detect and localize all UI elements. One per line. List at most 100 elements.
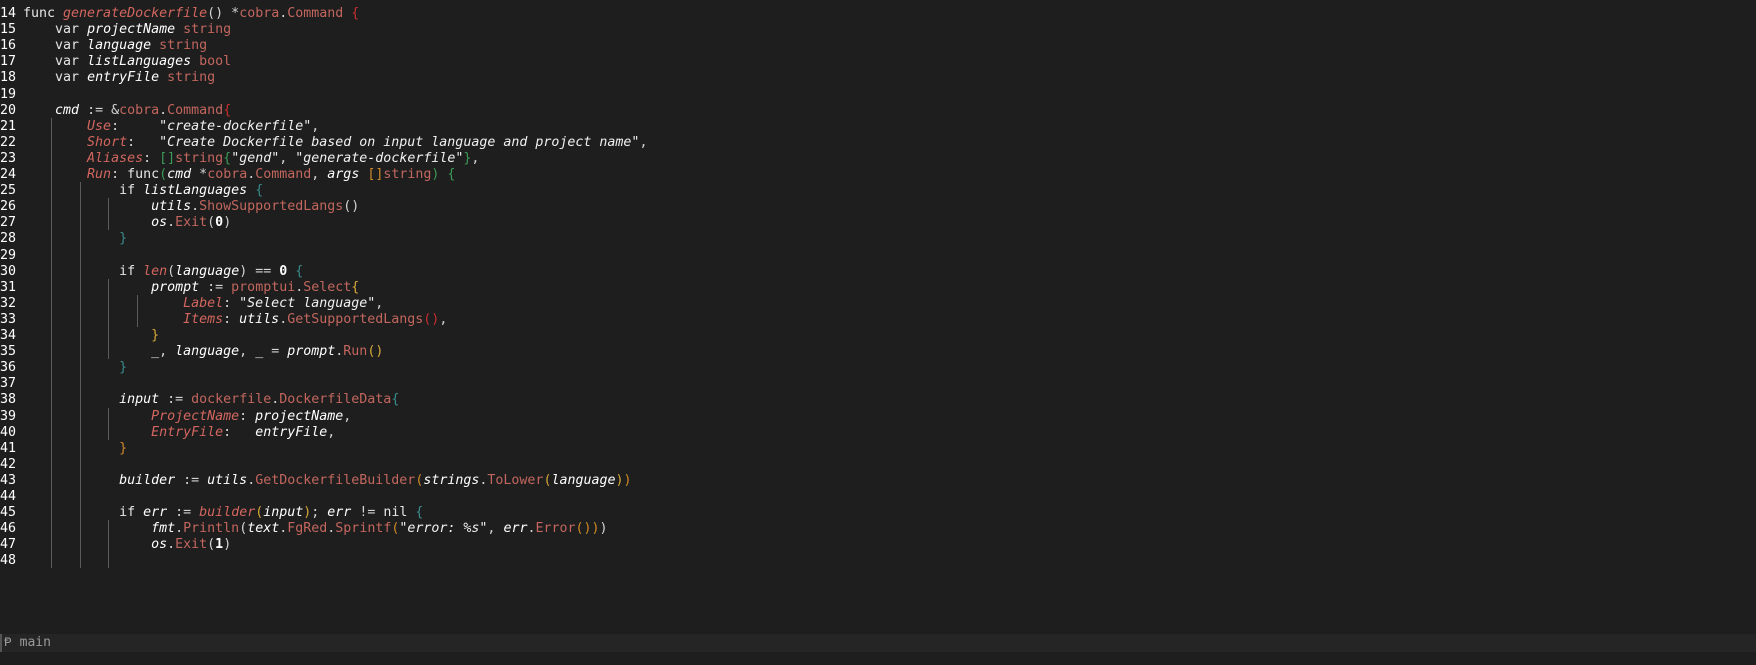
code-token: string — [159, 38, 208, 54]
code-token: _ — [255, 344, 272, 360]
code-token: fmt — [151, 521, 176, 537]
code-token: { — [351, 279, 360, 295]
code-token: EntryFile — [151, 424, 224, 440]
code-token: var — [55, 70, 88, 86]
code-token: func — [23, 6, 64, 21]
code-token: . — [167, 537, 176, 553]
code-token: "Create Dockerfile based on input langua… — [159, 134, 640, 150]
code-token: , — [471, 150, 480, 166]
code-token: Println — [183, 521, 240, 537]
code-token: () — [575, 521, 592, 537]
code-token: Exit — [175, 537, 208, 553]
code-token: := — [183, 472, 208, 488]
code-token: : — [111, 118, 160, 134]
code-token: Use — [87, 118, 112, 134]
code-token: ProjectName — [151, 408, 240, 424]
code-token: cmd — [167, 167, 200, 182]
code-token: != — [359, 505, 384, 521]
code-token: () — [367, 344, 384, 360]
code-token: () — [343, 199, 360, 215]
code-content: } — [23, 328, 159, 343]
code-token: ( — [239, 521, 248, 537]
code-token: Command — [287, 6, 344, 21]
code-token: ) — [223, 537, 232, 553]
code-token: ; — [311, 505, 328, 521]
code-token: builder — [199, 505, 256, 521]
code-token: Exit — [175, 215, 208, 231]
code-token: utils — [151, 199, 192, 215]
code-token: ( — [167, 263, 176, 279]
code-token: := & — [87, 102, 120, 118]
code-token: := — [175, 505, 200, 521]
code-token: { — [223, 102, 232, 118]
code-token: entryFile — [255, 424, 328, 440]
code-token: { — [391, 392, 400, 408]
git-branch-icon: Ᵽ — [4, 635, 12, 650]
branch-indicator[interactable]: Ᵽ main — [4, 634, 51, 652]
code-token: nil — [383, 505, 408, 521]
code-token: strings — [423, 472, 480, 488]
indent-guide — [137, 294, 139, 327]
code-token: cmd — [55, 102, 88, 118]
code-token: } — [119, 360, 128, 376]
code-token: bool — [199, 54, 232, 70]
indent-guide — [108, 198, 110, 231]
indent-guide — [108, 278, 110, 360]
indent-guide — [50, 117, 52, 569]
code-token: GetSupportedLangs — [287, 311, 424, 327]
code-token: * — [199, 167, 208, 182]
code-token: { — [343, 6, 360, 21]
code-token: var — [55, 54, 88, 70]
code-content: } — [23, 360, 127, 375]
code-token: := — [167, 392, 192, 408]
code-token: "error: %s" — [399, 521, 488, 537]
code-content: if err := builder(input); err != nil { — [23, 505, 423, 520]
code-token: ) — [591, 521, 600, 537]
indent-guide — [79, 182, 81, 569]
code-line[interactable]: 48 — [0, 552, 1756, 570]
code-token: . — [167, 215, 176, 231]
code-token: : — [223, 295, 240, 311]
line-number: 48 — [0, 553, 17, 569]
code-content: Aliases: []string{"gend", "generate-dock… — [23, 151, 479, 166]
code-token: _ — [151, 344, 160, 360]
code-token: ( — [207, 537, 216, 553]
code-token: if — [119, 183, 144, 199]
code-token: : — [127, 134, 160, 150]
code-token: dockerfile — [191, 392, 272, 408]
code-token: () — [423, 311, 440, 327]
code-token: input — [119, 392, 168, 408]
code-content: os.Exit(1) — [23, 537, 231, 552]
code-content: builder := utils.GetDockerfileBuilder(st… — [23, 472, 631, 488]
command-line[interactable] — [0, 652, 1756, 665]
indent-guide — [108, 520, 110, 569]
code-content: os.Exit(0) — [23, 215, 231, 230]
code-content: var language string — [23, 38, 207, 53]
code-token: GetDockerfileBuilder — [255, 472, 416, 488]
code-token: : — [223, 424, 256, 440]
code-content: Label: "Select language", — [23, 296, 383, 311]
code-token: , — [159, 344, 176, 360]
code-token: ) — [615, 472, 624, 488]
code-token: if — [119, 505, 144, 521]
code-editor[interactable]: 14 func generateDockerfile() *cobra.Comma… — [0, 0, 1756, 634]
code-content: cmd := &cobra.Command{ — [23, 103, 231, 118]
code-token: . — [247, 472, 256, 488]
code-token: builder — [119, 472, 184, 488]
code-token: prompt — [151, 279, 208, 295]
code-token: . — [175, 521, 184, 537]
code-content: EntryFile: entryFile, — [23, 425, 335, 440]
code-token: promptui — [231, 279, 296, 295]
code-token: } — [151, 328, 160, 343]
code-token: func — [127, 167, 160, 182]
code-token: : — [223, 311, 240, 327]
code-content: if listLanguages { — [23, 183, 263, 198]
code-token: args — [327, 167, 368, 182]
code-content: var entryFile string — [23, 70, 215, 85]
code-token: string — [383, 167, 432, 182]
code-content: prompt := promptui.Select{ — [23, 280, 359, 295]
code-token: projectName — [87, 22, 184, 38]
code-content: var listLanguages bool — [23, 54, 231, 69]
code-content: if len(language) == 0 { — [23, 264, 303, 279]
status-bar: Ᵽ main — [0, 634, 1756, 652]
